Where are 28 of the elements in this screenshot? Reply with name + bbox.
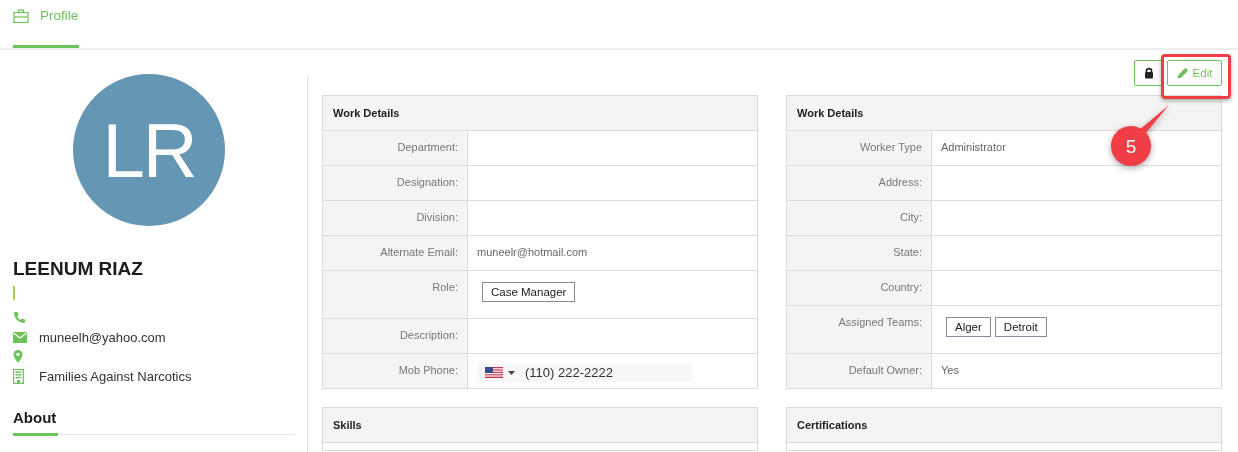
field-value: Yes bbox=[941, 363, 959, 378]
phone-number: (110) 222-2222 bbox=[525, 365, 613, 380]
building-icon bbox=[13, 368, 24, 384]
section-heading: About bbox=[13, 409, 58, 436]
field-value: Administrator bbox=[941, 140, 1006, 155]
phone-icon bbox=[13, 311, 26, 325]
lock-button[interactable] bbox=[1134, 60, 1163, 86]
lock-icon bbox=[1143, 67, 1154, 79]
envelope-icon bbox=[13, 331, 27, 343]
organization-text: Families Against Narcotics bbox=[39, 368, 192, 384]
edit-button[interactable]: Edit bbox=[1167, 60, 1222, 86]
tag-chip: Alger bbox=[946, 317, 991, 337]
phone-field[interactable]: (110) 222-2222 bbox=[477, 363, 692, 382]
tag-chip: Detroit bbox=[994, 317, 1047, 337]
step-callout: 5 bbox=[1111, 105, 1169, 166]
flag-icon bbox=[485, 367, 503, 378]
caret-icon bbox=[508, 370, 515, 375]
briefcase-icon bbox=[13, 8, 29, 23]
pencil-icon bbox=[1176, 67, 1189, 79]
email-text: muneelh@yahoo.com bbox=[39, 329, 166, 345]
field-value: muneelr@hotmail.com bbox=[477, 245, 588, 260]
avatar: LR bbox=[73, 74, 225, 226]
profile-name: LEENUM RIAZ bbox=[13, 258, 144, 280]
map-pin-icon bbox=[13, 350, 23, 364]
highlight-frame bbox=[1161, 54, 1231, 99]
profile-tab[interactable]: Profile bbox=[13, 0, 79, 48]
accent-bar bbox=[13, 286, 15, 300]
tag-chip: Case Manager bbox=[482, 282, 576, 302]
